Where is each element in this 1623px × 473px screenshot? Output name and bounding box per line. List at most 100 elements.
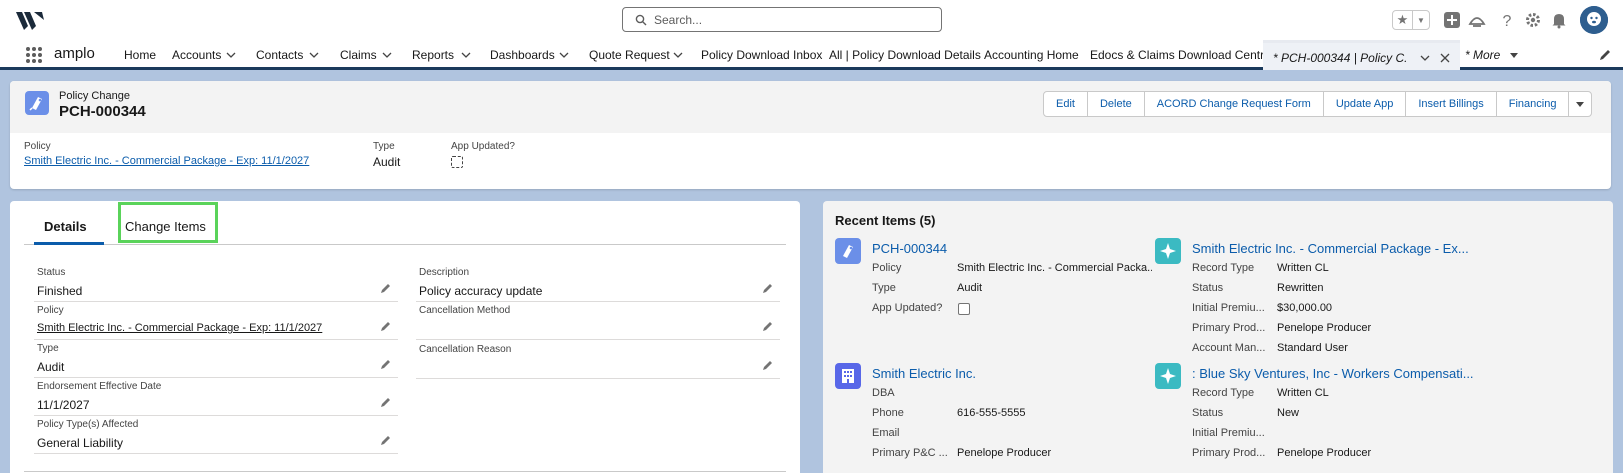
field-type: Type Audit: [34, 340, 398, 378]
chevron-down-icon[interactable]: [225, 49, 237, 61]
delete-button[interactable]: Delete: [1086, 91, 1145, 117]
policy-icon: [1155, 363, 1181, 389]
nav-item-policy-download-inbox[interactable]: Policy Download Inbox: [701, 48, 822, 62]
field-value: General Liability: [37, 436, 124, 450]
field-label: Endorsement Effective Date: [37, 381, 162, 392]
pencil-icon[interactable]: [380, 320, 392, 332]
edit-button[interactable]: Edit: [1043, 91, 1088, 117]
recent-field-label: App Updated?: [872, 302, 943, 314]
nav-item-contacts[interactable]: Contacts: [256, 48, 303, 62]
app-launcher-icon[interactable]: [26, 47, 42, 63]
recent-field-value: Rewritten: [1277, 282, 1324, 294]
tab-label: * PCH-000344 | Policy C...: [1273, 51, 1408, 65]
field-cancellation-method: Cancellation Method: [416, 302, 780, 340]
recent-items-card: Recent Items (5) PCH-000344 Policy Smith…: [823, 201, 1613, 473]
type-label: Type: [373, 141, 395, 152]
chevron-down-icon[interactable]: [558, 49, 570, 61]
nav-item-reports[interactable]: Reports: [412, 48, 454, 62]
recent-item-title[interactable]: Smith Electric Inc. - Commercial Package…: [1192, 241, 1469, 256]
field-value: Policy accuracy update: [419, 284, 543, 298]
tab-change-items[interactable]: Change Items: [125, 219, 206, 234]
pencil-icon[interactable]: [762, 359, 774, 371]
policy-change-icon: [25, 91, 49, 115]
field-policy-types-affected: Policy Type(s) Affected General Liabilit…: [34, 416, 398, 454]
recent-field-label: Phone: [872, 407, 904, 419]
nav-item-accounts[interactable]: Accounts: [172, 48, 221, 62]
field-policy: Policy Smith Electric Inc. - Commercial …: [34, 302, 398, 340]
nav-item-policy-download-details[interactable]: All | Policy Download Details: [829, 48, 981, 62]
recent-field-label: Primary P&C ...: [872, 447, 948, 459]
trailhead-icon[interactable]: [1468, 11, 1486, 29]
amplo-logo-icon[interactable]: [14, 8, 46, 32]
recent-item-title[interactable]: : Blue Sky Ventures, Inc - Workers Compe…: [1192, 366, 1474, 381]
pencil-icon[interactable]: [762, 282, 774, 294]
gear-icon[interactable]: [1524, 11, 1542, 29]
search-input[interactable]: Search...: [622, 7, 942, 32]
recent-field-label: Initial Premiu...: [1192, 302, 1265, 314]
type-value: Audit: [373, 155, 401, 169]
recent-field-label: Account Man...: [1192, 342, 1266, 354]
tab-details[interactable]: Details: [44, 219, 87, 234]
close-icon[interactable]: [1439, 52, 1451, 64]
pencil-icon[interactable]: [380, 282, 392, 294]
chevron-down-icon[interactable]: [1419, 52, 1431, 64]
policy-label: Policy: [24, 141, 51, 152]
recent-field-label: Initial Premiu...: [1192, 427, 1265, 439]
app-name: amplo: [54, 45, 95, 62]
nav-item-dashboards[interactable]: Dashboards: [490, 48, 555, 62]
nav-item-claims[interactable]: Claims: [340, 48, 377, 62]
update-app-button[interactable]: Update App: [1322, 91, 1407, 117]
recent-item-title[interactable]: Smith Electric Inc.: [872, 366, 976, 381]
recent-item-title[interactable]: PCH-000344: [872, 241, 947, 256]
search-icon: [635, 14, 647, 26]
recent-field-value: Written CL: [1277, 262, 1329, 274]
star-icon[interactable]: ★: [1393, 11, 1413, 29]
add-icon[interactable]: [1443, 11, 1461, 29]
tab-pch-000344[interactable]: * PCH-000344 | Policy C...: [1263, 40, 1460, 70]
chevron-down-icon[interactable]: ▼: [1413, 11, 1429, 29]
policy-link[interactable]: Smith Electric Inc. - Commercial Package…: [24, 155, 309, 167]
chevron-down-icon[interactable]: [672, 49, 684, 61]
nav-item-edocs-claims[interactable]: Edocs & Claims Download Central: [1090, 48, 1273, 62]
pencil-icon[interactable]: [380, 396, 392, 408]
nav-more[interactable]: * More: [1465, 48, 1500, 62]
field-label: Type: [37, 343, 59, 354]
account-icon: [835, 363, 861, 389]
pencil-icon[interactable]: [380, 434, 392, 446]
avatar[interactable]: [1580, 6, 1608, 34]
chevron-down-icon[interactable]: [460, 49, 472, 61]
recent-items-title: Recent Items (5): [835, 213, 936, 228]
insert-billings-button[interactable]: Insert Billings: [1405, 91, 1497, 117]
search-placeholder: Search...: [654, 13, 703, 27]
policy-icon: [1155, 238, 1181, 264]
edit-nav-icon[interactable]: [1598, 48, 1612, 62]
chevron-down-icon[interactable]: [308, 49, 320, 61]
nav-item-quote-request[interactable]: Quote Request: [589, 48, 670, 62]
chevron-down-icon[interactable]: [381, 49, 393, 61]
acord-change-request-form-button[interactable]: ACORD Change Request Form: [1143, 91, 1324, 117]
recent-field-value: Penelope Producer: [1277, 322, 1372, 334]
favorites-group[interactable]: ★ ▼: [1392, 10, 1430, 30]
recent-field-value: Penelope Producer: [957, 447, 1052, 459]
policy-link[interactable]: Smith Electric Inc. - Commercial Package…: [37, 322, 322, 334]
nav-item-home[interactable]: Home: [124, 48, 156, 62]
details-card: Details Change Items Status Finished Pol…: [10, 201, 800, 473]
help-icon[interactable]: ?: [1498, 11, 1516, 29]
recent-field-value: Penelope Producer: [1277, 447, 1372, 459]
financing-button[interactable]: Financing: [1495, 91, 1570, 117]
more-actions-button[interactable]: [1568, 91, 1593, 117]
field-description: Description Policy accuracy update: [416, 264, 780, 302]
record-name: PCH-000344: [59, 103, 146, 120]
pencil-icon[interactable]: [762, 320, 774, 332]
policy-change-icon: [835, 238, 861, 264]
app-navigation-bar: amplo Home Accounts Contacts Claims Repo…: [0, 40, 1623, 70]
pencil-icon[interactable]: [380, 358, 392, 370]
nav-item-accounting-home[interactable]: Accounting Home: [984, 48, 1079, 62]
bell-icon[interactable]: [1550, 11, 1568, 29]
recent-field-label: Record Type: [1192, 262, 1255, 274]
recent-field-value: Written CL: [1277, 387, 1329, 399]
caret-down-icon[interactable]: [1508, 49, 1520, 61]
recent-field-label: Status: [1192, 407, 1224, 419]
field-status: Status Finished: [34, 264, 398, 302]
recent-field-value: Smith Electric Inc. - Commercial Packa..…: [957, 262, 1152, 274]
